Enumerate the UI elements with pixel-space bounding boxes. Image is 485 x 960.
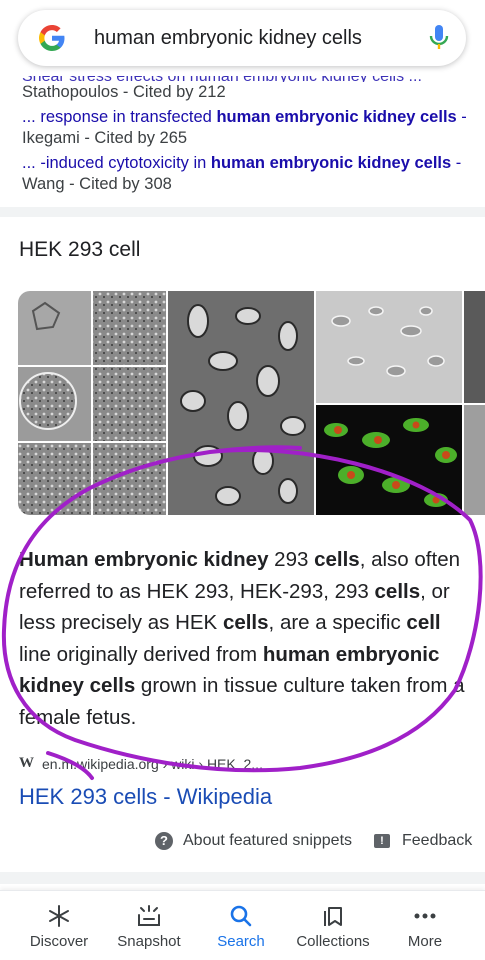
search-box[interactable]: human embryonic kidney cells bbox=[18, 10, 466, 66]
source-url: en.m.wikipedia.org › wiki › HEK_2... bbox=[42, 755, 263, 772]
featured-snippet-text: Human embryonic kidney 293 cells, also o… bbox=[19, 548, 465, 729]
nav-snapshot[interactable]: Snapshot bbox=[104, 903, 194, 950]
search-icon bbox=[196, 903, 286, 929]
feedback-icon: ! bbox=[374, 834, 390, 848]
bottom-navigation: Discover Snapshot Search Collections Mor… bbox=[0, 890, 485, 960]
gallery-image-partial[interactable] bbox=[464, 291, 485, 515]
section-divider bbox=[0, 207, 485, 217]
nav-search[interactable]: Search bbox=[196, 903, 286, 950]
gallery-image-grid[interactable] bbox=[18, 291, 166, 515]
more-dots-icon bbox=[380, 903, 470, 929]
google-logo-icon[interactable] bbox=[38, 24, 66, 52]
nav-label: More bbox=[407, 933, 443, 950]
gallery-image-fluorescence[interactable] bbox=[316, 405, 462, 515]
result-title-link[interactable]: HEK 293 cells - Wikipedia bbox=[19, 784, 272, 810]
microphone-icon[interactable] bbox=[428, 22, 450, 54]
nav-label: Collections bbox=[296, 933, 370, 950]
asterisk-icon bbox=[14, 903, 104, 929]
scholar-result-link[interactable]: ... -induced cytotoxicity in human embry… bbox=[22, 154, 461, 172]
nav-label: Search bbox=[217, 933, 265, 950]
image-gallery[interactable] bbox=[18, 291, 485, 515]
nav-collections[interactable]: Collections bbox=[288, 903, 378, 950]
nav-label: Snapshot bbox=[117, 933, 181, 950]
scholar-result-link[interactable]: ... response in transfected human embryo… bbox=[22, 108, 467, 126]
featured-title: HEK 293 cell bbox=[19, 238, 141, 261]
about-featured-snippets-link[interactable]: ? About featured snippets bbox=[155, 832, 352, 850]
result-byline: Stathopoulos - Cited by 212 bbox=[22, 83, 226, 101]
scholar-result: ... response in transfected human embryo… bbox=[22, 107, 472, 149]
feedback-link[interactable]: ! Feedback bbox=[374, 832, 472, 850]
nav-discover[interactable]: Discover bbox=[14, 903, 104, 950]
nav-more[interactable]: More bbox=[380, 903, 470, 950]
snapshot-icon bbox=[104, 903, 194, 929]
wikipedia-icon: W bbox=[19, 755, 34, 771]
result-byline: Wang - Cited by 308 bbox=[22, 175, 172, 193]
gallery-image-micrograph[interactable] bbox=[168, 291, 314, 515]
search-query-text[interactable]: human embryonic kidney cells bbox=[94, 27, 428, 50]
result-byline: Ikegami - Cited by 265 bbox=[22, 129, 188, 147]
help-icon: ? bbox=[155, 832, 173, 850]
section-divider bbox=[0, 872, 485, 884]
scholar-result: ... -induced cytotoxicity in human embry… bbox=[22, 153, 472, 195]
scholar-results: Shear stress effects on human embryonic … bbox=[22, 72, 472, 195]
nav-label: Discover bbox=[29, 933, 89, 950]
source-breadcrumb: W en.m.wikipedia.org › wiki › HEK_2... bbox=[19, 755, 263, 772]
top-bar: human embryonic kidney cells bbox=[0, 0, 485, 76]
gallery-image-phase-contrast[interactable] bbox=[316, 291, 462, 403]
bookmark-icon bbox=[288, 903, 378, 929]
